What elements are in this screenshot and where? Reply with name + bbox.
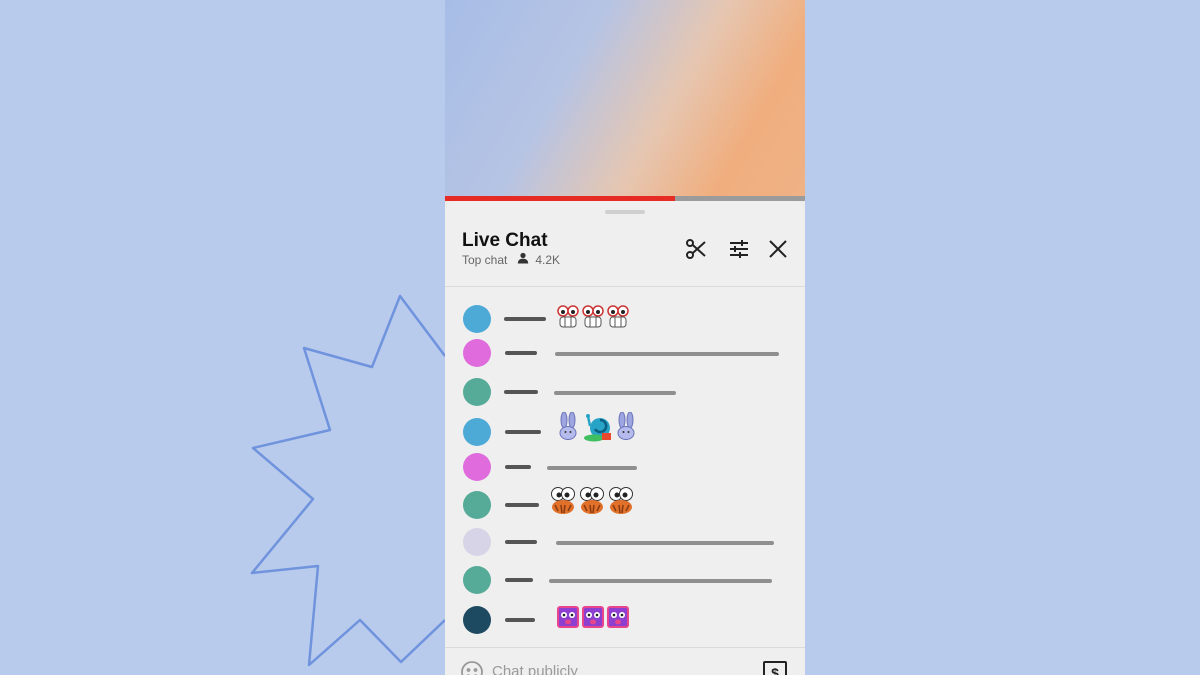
chat-message-row[interactable] bbox=[445, 451, 805, 481]
message-text-placeholder bbox=[556, 541, 774, 545]
avatar[interactable] bbox=[463, 453, 491, 481]
phone-screen: Live Chat Top chat 4.2K Chat publicly $ bbox=[445, 0, 805, 675]
sliders-icon bbox=[727, 237, 751, 266]
chat-message-row[interactable] bbox=[445, 303, 805, 333]
purple-face-emoji bbox=[582, 606, 604, 633]
message-text-placeholder bbox=[555, 352, 779, 356]
input-divider bbox=[445, 647, 805, 648]
starburst-decoration bbox=[250, 294, 445, 667]
viewer-count: 4.2K bbox=[535, 252, 561, 267]
chat-input[interactable]: Chat publicly bbox=[492, 663, 578, 675]
author-name-placeholder[interactable] bbox=[505, 578, 533, 582]
message-text-placeholder bbox=[554, 391, 676, 395]
live-chat-panel: Live Chat Top chat 4.2K Chat publicly $ bbox=[445, 201, 805, 675]
avatar[interactable] bbox=[463, 339, 491, 367]
author-name-placeholder[interactable] bbox=[505, 465, 531, 469]
chat-title: Live Chat bbox=[462, 230, 548, 251]
close-icon bbox=[767, 238, 789, 265]
avatar[interactable] bbox=[463, 491, 491, 519]
super-chat-button[interactable]: $ bbox=[763, 661, 787, 675]
header-divider bbox=[445, 286, 805, 287]
message-text-placeholder bbox=[549, 579, 772, 583]
emoji-message bbox=[550, 487, 634, 520]
bunny-and-snail-emoji bbox=[557, 411, 579, 447]
author-name-placeholder[interactable] bbox=[504, 317, 546, 321]
chat-message-row[interactable] bbox=[445, 376, 805, 406]
author-name-placeholder[interactable] bbox=[505, 430, 541, 434]
googly-eyes-teeth-emoji bbox=[582, 305, 604, 334]
emoji-message bbox=[557, 411, 637, 447]
message-text-placeholder bbox=[547, 466, 637, 470]
chat-message-row[interactable] bbox=[445, 526, 805, 556]
bunny-and-snail-emoji bbox=[615, 411, 637, 447]
avatar[interactable] bbox=[463, 378, 491, 406]
chat-settings-button[interactable] bbox=[725, 237, 753, 265]
chat-message-row[interactable] bbox=[445, 604, 805, 634]
avatar[interactable] bbox=[463, 606, 491, 634]
purple-face-emoji bbox=[607, 606, 629, 633]
author-name-placeholder[interactable] bbox=[505, 351, 537, 355]
avatar[interactable] bbox=[463, 418, 491, 446]
avatar[interactable] bbox=[463, 305, 491, 333]
smiley-icon[interactable] bbox=[460, 660, 484, 675]
avatar[interactable] bbox=[463, 566, 491, 594]
scissors-icon bbox=[684, 237, 708, 266]
close-chat-button[interactable] bbox=[764, 237, 792, 265]
video-player[interactable] bbox=[445, 0, 805, 200]
clip-button[interactable] bbox=[682, 237, 710, 265]
googly-eyes-teeth-emoji bbox=[557, 305, 579, 334]
author-name-placeholder[interactable] bbox=[504, 390, 538, 394]
chat-message-row[interactable] bbox=[445, 411, 805, 446]
drag-handle[interactable] bbox=[605, 210, 645, 214]
purple-face-emoji bbox=[557, 606, 579, 633]
chat-message-row[interactable] bbox=[445, 487, 805, 520]
chat-mode-selector[interactable]: Top chat bbox=[462, 253, 507, 267]
bunny-and-snail-emoji bbox=[582, 412, 612, 447]
googly-eyes-crab-emoji bbox=[550, 487, 576, 520]
googly-eyes-crab-emoji bbox=[608, 487, 634, 520]
author-name-placeholder[interactable] bbox=[505, 503, 539, 507]
googly-eyes-crab-emoji bbox=[579, 487, 605, 520]
author-name-placeholder[interactable] bbox=[505, 540, 537, 544]
person-icon bbox=[517, 252, 529, 267]
chat-subtitle: Top chat 4.2K bbox=[462, 252, 560, 267]
emoji-message bbox=[557, 305, 629, 334]
chat-message-row[interactable] bbox=[445, 564, 805, 594]
googly-eyes-teeth-emoji bbox=[607, 305, 629, 334]
avatar[interactable] bbox=[463, 528, 491, 556]
emoji-message bbox=[557, 606, 629, 633]
author-name-placeholder[interactable] bbox=[505, 618, 535, 622]
chat-message-row[interactable] bbox=[445, 337, 805, 367]
